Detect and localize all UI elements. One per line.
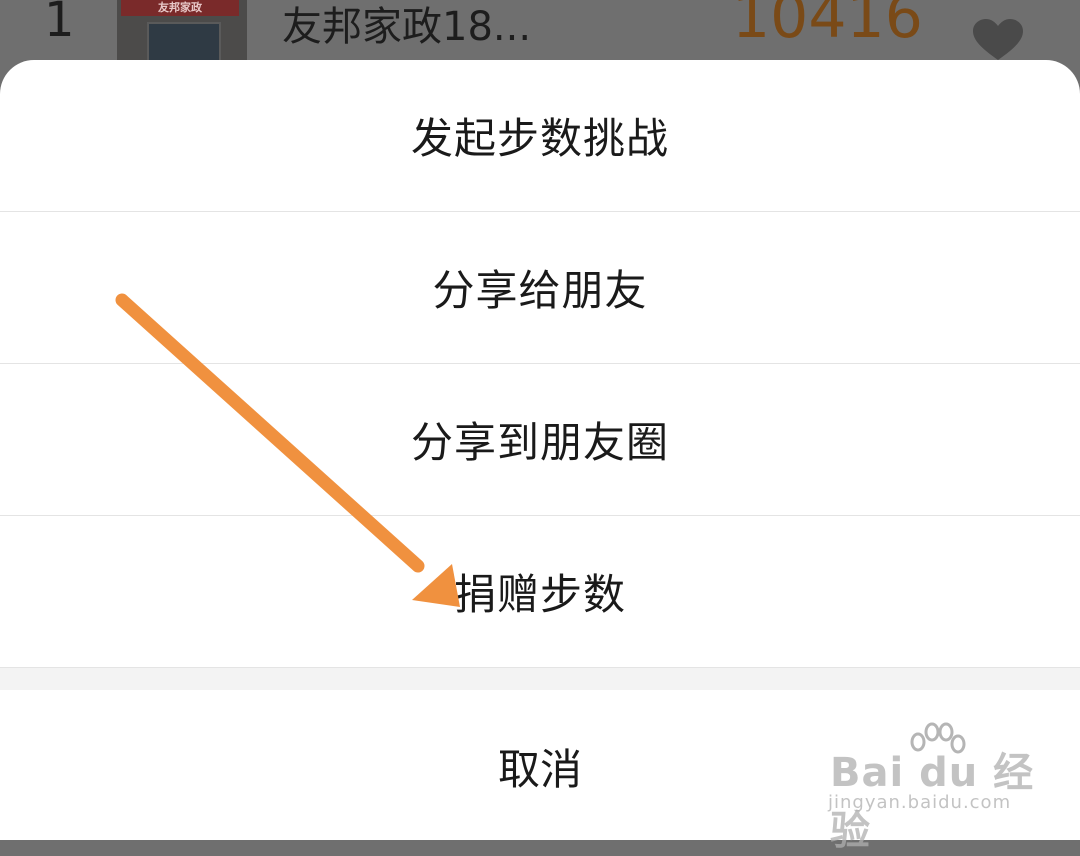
thumbnail-sign: 友邦家政 [121,0,239,16]
ranking-row: 1 友邦家政 友邦家政18... 10416 [0,0,1080,62]
start-step-challenge-option[interactable]: 发起步数挑战 [0,60,1080,212]
watermark-url: jingyan.baidu.com [828,792,1012,813]
heart-icon [973,19,1023,60]
baidu-jingyan-watermark: Bai du 经验 jingyan.baidu.com [826,722,1046,854]
share-to-moments-option[interactable]: 分享到朋友圈 [0,364,1080,516]
rank-number: 1 [44,0,75,48]
user-name: 友邦家政18... [282,4,532,50]
share-to-friend-option[interactable]: 分享给朋友 [0,212,1080,364]
avatar: 友邦家政 [117,0,247,62]
thumbnail-storefront [147,22,221,62]
donate-steps-option[interactable]: 捐赠步数 [0,516,1080,668]
step-count: 10416 [732,0,923,52]
sheet-divider [0,668,1080,690]
